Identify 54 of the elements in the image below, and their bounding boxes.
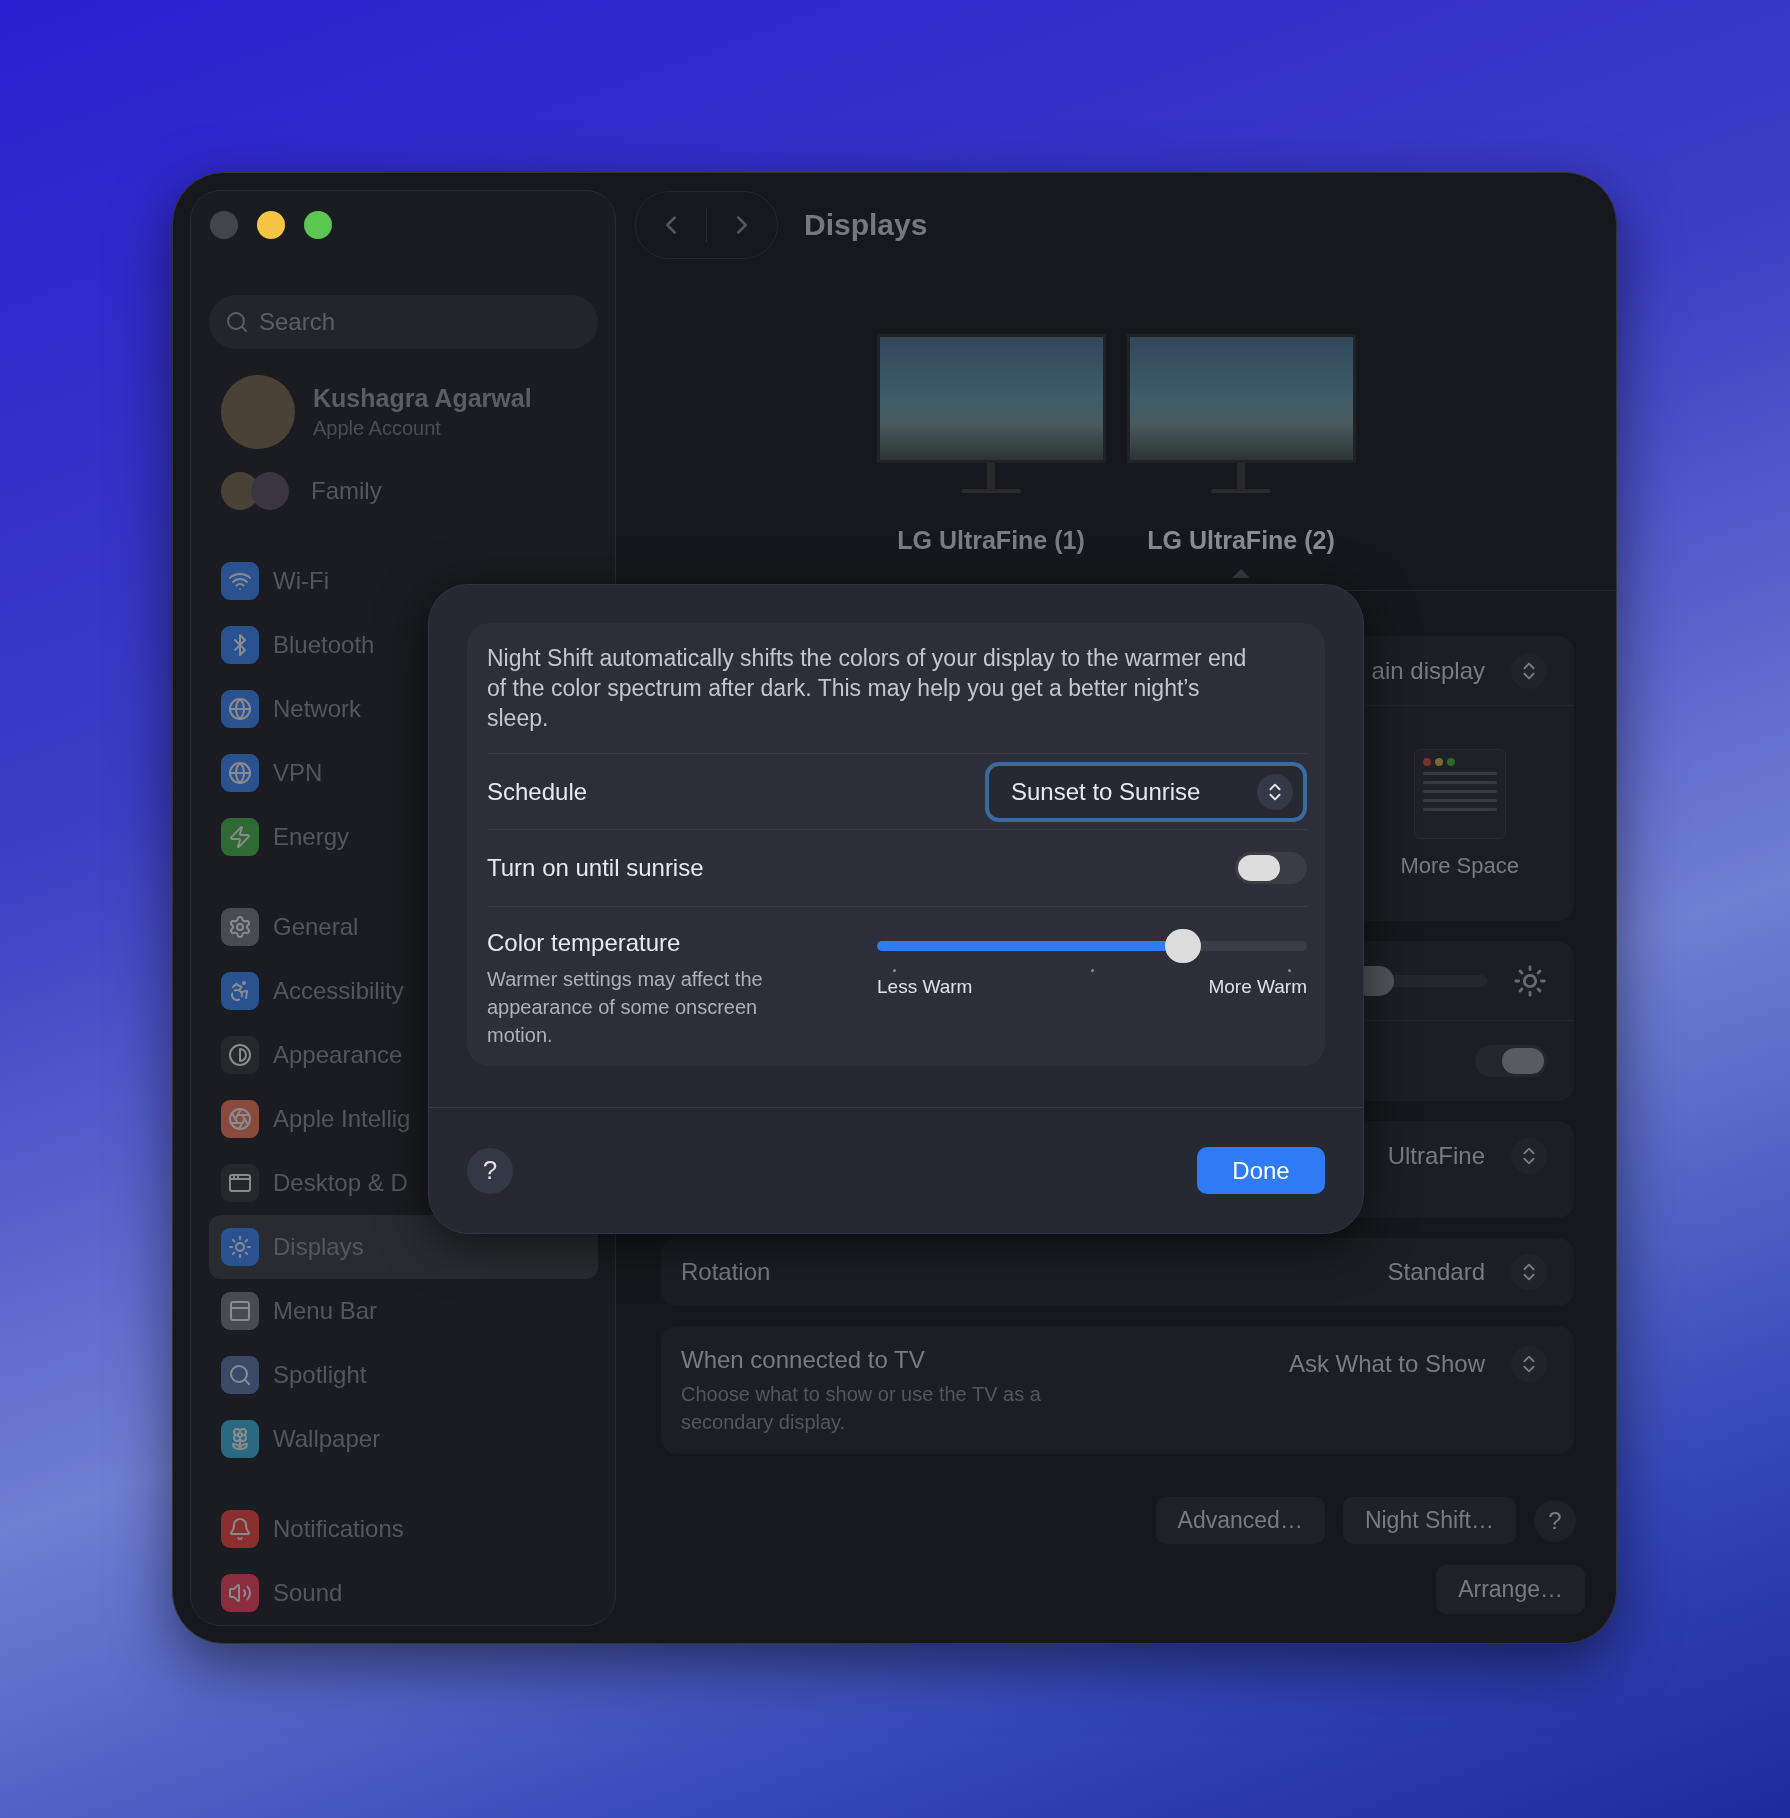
color-temperature-label: Color temperature	[487, 929, 682, 957]
color-temperature-description: Warmer settings may affect the appearance of some onscreen motion.	[487, 967, 764, 1048]
slider-thumb[interactable]	[1164, 929, 1201, 963]
help-button[interactable]: ?	[467, 1147, 513, 1194]
color-temperature-slider[interactable]	[877, 929, 1307, 963]
rotation-label: Rotation	[681, 1258, 771, 1286]
arrange-button[interactable]: Arrange…	[1436, 1565, 1585, 1614]
sidebar-item[interactable]: Notifications	[209, 1497, 598, 1561]
stepper-button[interactable]	[1511, 1138, 1547, 1174]
zoom-button[interactable]	[304, 211, 332, 239]
tv-value: Ask What to Show	[1288, 1350, 1485, 1378]
family-label: Family	[311, 477, 382, 506]
toggle-switch[interactable]	[1475, 1045, 1547, 1077]
schedule-dropdown[interactable]: Sunset to Sunrise	[985, 761, 1307, 822]
help-button[interactable]: ?	[1534, 1499, 1576, 1542]
sun-icon	[1513, 963, 1547, 998]
display-name: LG UltraFine (1)	[897, 526, 1085, 555]
search-field[interactable]: Search	[209, 295, 598, 350]
sidebar-item[interactable]: Spotlight	[209, 1343, 598, 1407]
profile-value: UltraFine	[1387, 1142, 1485, 1170]
stepper-button[interactable]	[1511, 1346, 1547, 1382]
schedule-label: Schedule	[487, 777, 588, 806]
search-icon	[225, 310, 249, 335]
window-title: Displays	[804, 208, 928, 242]
resolution-label: More Space	[1400, 852, 1519, 879]
tv-label: When connected to TV	[681, 1346, 926, 1374]
monitor-drawing[interactable]	[876, 334, 1106, 493]
sheet-description: Night Shift automatically shifts the colors of your display to the warmer end of the color spectrum after dark. This may help you get a better night’s sleep.	[487, 643, 1307, 754]
tick-mark	[893, 969, 896, 972]
account-name: Kushagra Agarwal	[313, 384, 532, 414]
tick-mark	[1288, 969, 1291, 972]
sidebar-item[interactable]: Wi-Fi	[209, 549, 598, 613]
stepper-button[interactable]	[1511, 1254, 1547, 1290]
monitor-drawing[interactable]	[1126, 334, 1356, 493]
main-display-value: ain display	[1371, 656, 1485, 685]
minimize-button[interactable]	[257, 211, 285, 239]
display-name: LG UltraFine (2)	[1147, 526, 1335, 555]
stepper-button[interactable]	[1511, 652, 1547, 689]
done-button[interactable]: Done	[1197, 1147, 1325, 1194]
slider-min-label: Less Warm	[877, 976, 973, 998]
slider-max-label: More Warm	[1208, 976, 1307, 998]
tv-description: Choose what to show or use the TV as a secondary display.	[681, 1382, 1042, 1435]
sidebar-item[interactable]: Sound	[209, 1561, 598, 1625]
rotation-value: Standard	[1387, 1258, 1485, 1286]
toggle-switch[interactable]	[1235, 852, 1307, 884]
family-avatars	[221, 472, 289, 511]
settings-button[interactable]: Advanced…	[1155, 1497, 1325, 1544]
settings-button[interactable]: Night Shift…	[1342, 1497, 1516, 1544]
sidebar-item[interactable]: Menu Bar	[209, 1279, 598, 1343]
chevrons-icon	[1257, 773, 1293, 810]
search-placeholder: Search	[259, 308, 336, 337]
sidebar-item[interactable]: Wallpaper	[209, 1407, 598, 1471]
tick-mark	[1090, 969, 1094, 972]
toggle-label: Turn on until sunrise	[487, 854, 704, 882]
